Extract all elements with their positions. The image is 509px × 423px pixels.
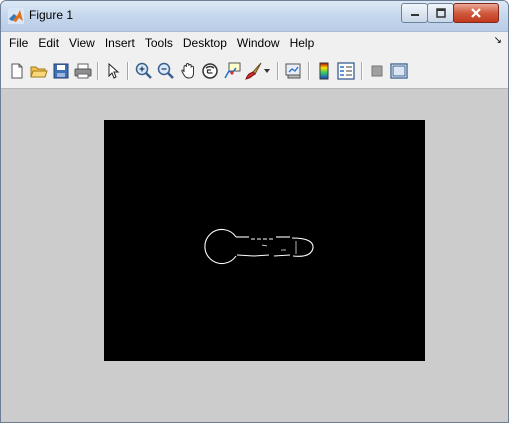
- hide-plot-tools-icon: [371, 65, 383, 77]
- menu-bar: File Edit View Insert Tools Desktop Wind…: [1, 32, 508, 54]
- window-title: Figure 1: [29, 8, 74, 22]
- toolbar-separator: [277, 62, 279, 80]
- open-file-button[interactable]: [29, 61, 49, 81]
- link-plot-button[interactable]: [284, 61, 304, 81]
- menu-insert[interactable]: Insert: [100, 36, 140, 50]
- pan-icon: [181, 62, 194, 79]
- data-cursor-button[interactable]: [222, 61, 242, 81]
- matlab-logo-icon: [8, 8, 24, 24]
- menu-help[interactable]: Help: [285, 36, 320, 50]
- menu-desktop[interactable]: Desktop: [178, 36, 232, 50]
- show-plot-tools-button[interactable]: [389, 61, 409, 81]
- print-button[interactable]: [73, 61, 93, 81]
- figure-window: Figure 1 File Edit View Insert Tools Des…: [0, 0, 509, 423]
- brush-button[interactable]: [244, 61, 264, 81]
- save-icon: [53, 63, 69, 79]
- image-axes[interactable]: [104, 120, 425, 361]
- new-figure-icon: [11, 63, 23, 79]
- minimize-icon: [410, 14, 419, 16]
- pan-button[interactable]: [178, 61, 198, 81]
- menu-tools[interactable]: Tools: [140, 36, 178, 50]
- menu-view[interactable]: View: [64, 36, 100, 50]
- zoom-out-icon: [157, 62, 174, 79]
- open-file-icon: [30, 66, 48, 78]
- rotate-3d-button[interactable]: [200, 61, 220, 81]
- zoom-in-button[interactable]: [134, 61, 154, 81]
- edit-plot-button[interactable]: [103, 61, 123, 81]
- toolbar-separator: [97, 62, 99, 80]
- show-plot-tools-icon: [390, 63, 408, 79]
- toolbar-separator: [361, 62, 363, 80]
- menu-window[interactable]: Window: [232, 36, 285, 50]
- title-bar[interactable]: Figure 1: [1, 1, 508, 32]
- data-cursor-icon: [224, 62, 241, 79]
- new-figure-button[interactable]: [7, 61, 27, 81]
- link-plot-icon: [285, 63, 301, 79]
- menu-file[interactable]: File: [1, 36, 33, 50]
- dock-arrow-icon[interactable]: ↘: [494, 35, 502, 46]
- edit-plot-icon: [108, 63, 120, 79]
- rotate-3d-icon: [202, 63, 218, 79]
- close-button[interactable]: [453, 3, 499, 23]
- brush-icon: [245, 62, 262, 80]
- minimize-button[interactable]: [401, 3, 428, 23]
- save-button[interactable]: [51, 61, 71, 81]
- brush-dropdown-icon: [264, 69, 270, 73]
- insert-legend-button[interactable]: [336, 61, 356, 81]
- brush-dropdown-button[interactable]: [262, 61, 272, 81]
- insert-legend-icon: [337, 62, 355, 80]
- print-icon: [74, 63, 92, 79]
- figure-canvas: [1, 89, 508, 422]
- menu-edit[interactable]: Edit: [33, 36, 64, 50]
- zoom-in-icon: [135, 62, 152, 79]
- insert-colorbar-icon: [319, 62, 329, 80]
- maximize-button[interactable]: [427, 3, 454, 23]
- maximize-icon: [435, 8, 446, 18]
- close-icon: [471, 8, 481, 18]
- figure-toolbar: [1, 54, 508, 89]
- insert-colorbar-button[interactable]: [314, 61, 334, 81]
- toolbar-separator: [308, 62, 310, 80]
- zoom-out-button[interactable]: [156, 61, 176, 81]
- edge-image: [204, 228, 314, 265]
- hide-plot-tools-button[interactable]: [367, 61, 387, 81]
- toolbar-separator: [127, 62, 129, 80]
